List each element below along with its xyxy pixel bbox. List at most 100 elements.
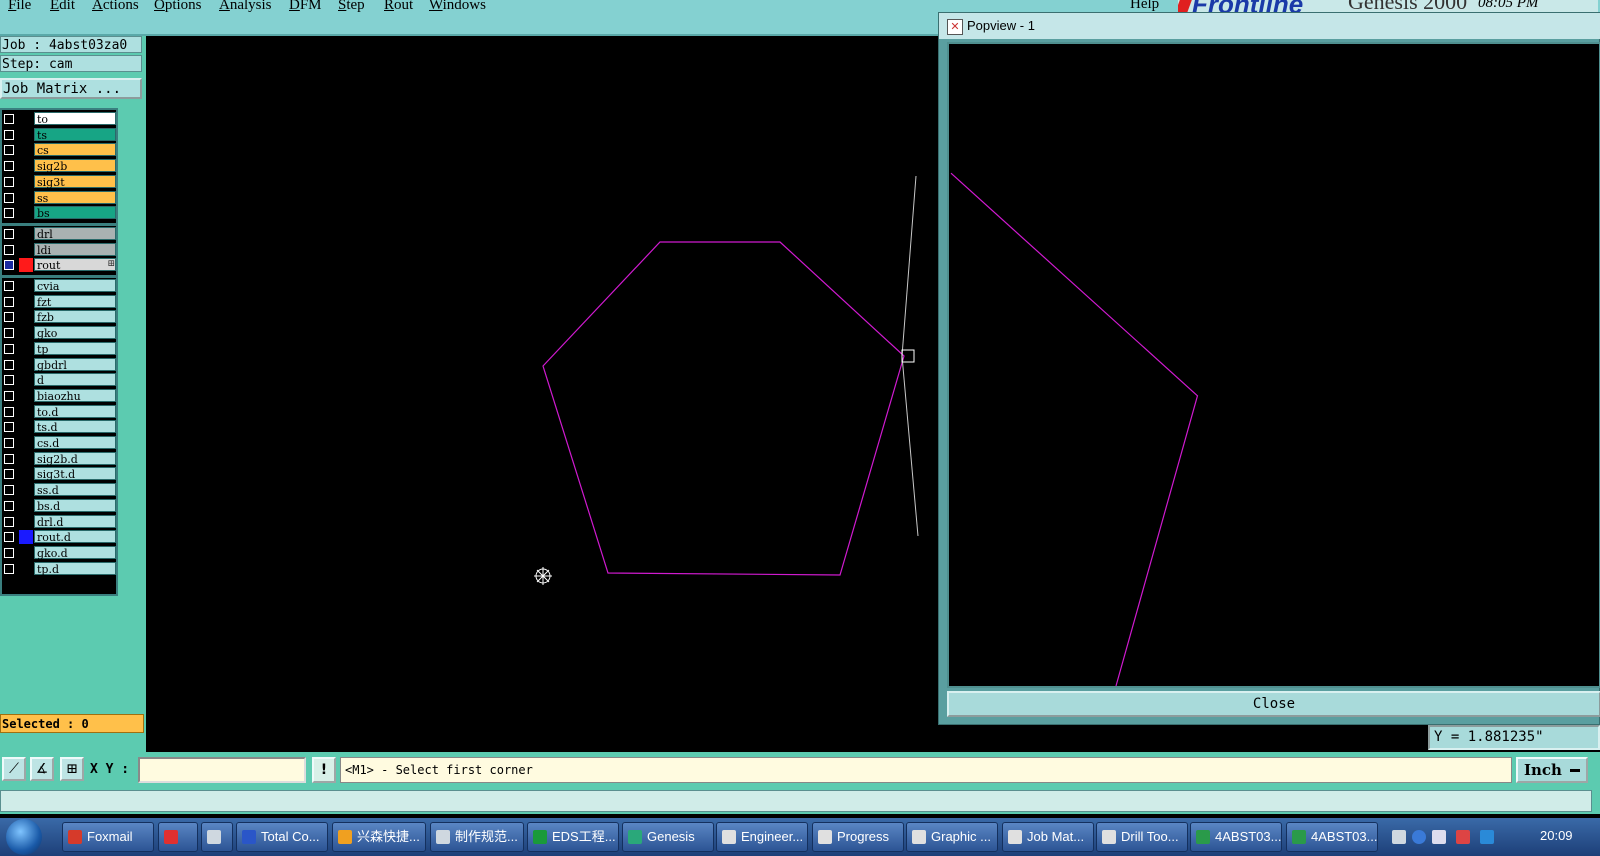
layer-row-ts[interactable]: ts <box>2 127 118 142</box>
layer-row-tp-d[interactable]: tp.d <box>2 561 118 576</box>
layer-name[interactable]: drl.d <box>34 514 116 529</box>
layer-checkbox[interactable] <box>4 453 14 464</box>
measure-tool-icon[interactable]: ∡ <box>30 757 54 781</box>
layer-checkbox[interactable] <box>4 438 14 448</box>
tray-expand-icon[interactable] <box>1432 830 1446 844</box>
layer-checkbox[interactable] <box>4 312 14 323</box>
taskbar-button[interactable]: Engineer... <box>716 822 808 852</box>
popview-canvas[interactable] <box>947 42 1600 688</box>
layer-checkbox[interactable] <box>4 228 14 239</box>
menu-options[interactable]: Options <box>154 0 202 14</box>
menu-dfm[interactable]: DFM <box>289 0 322 14</box>
start-button-icon[interactable] <box>6 819 42 855</box>
layer-row-gko[interactable]: gko <box>2 326 118 340</box>
layer-checkbox[interactable] <box>4 485 14 496</box>
layer-row-bs-d[interactable]: bs.d <box>2 498 118 513</box>
layer-name[interactable]: cs <box>34 143 116 157</box>
layer-row-sig2b[interactable]: sig2b <box>2 159 118 173</box>
menu-edit[interactable]: Edit <box>50 0 75 14</box>
menu-analysis[interactable]: Analysis <box>219 0 272 14</box>
layer-name[interactable]: sig3t <box>34 174 116 189</box>
layer-row-sig3t-d[interactable]: sig3t.d <box>2 467 118 481</box>
layer-name[interactable]: to.d <box>34 404 116 419</box>
layer-checkbox[interactable] <box>4 260 14 271</box>
grid-tool-icon[interactable]: ⊞ <box>60 757 84 781</box>
layer-name[interactable]: ldi <box>34 242 116 257</box>
layer-row-biaozhu[interactable]: biaozhu <box>2 388 118 403</box>
layer-checkbox[interactable] <box>4 343 14 354</box>
layer-row-fzt[interactable]: fzt <box>2 294 118 309</box>
taskbar-button[interactable]: EDS工程... <box>527 822 619 852</box>
layer-row-d[interactable]: d <box>2 373 118 387</box>
layer-name[interactable]: biaozhu <box>34 388 116 403</box>
xy-input[interactable] <box>138 757 306 783</box>
layer-checkbox[interactable] <box>4 176 14 187</box>
taskbar-button[interactable]: Job Mat... <box>1002 822 1094 852</box>
taskbar-button[interactable]: Genesis <box>622 822 714 852</box>
taskbar-button[interactable]: 兴森快捷... <box>332 822 426 852</box>
clock[interactable]: 20:09 <box>1540 828 1573 843</box>
layer-row-fzb[interactable]: fzb <box>2 310 118 324</box>
layer-row-rout-d[interactable]: rout.d <box>2 530 118 545</box>
layer-name[interactable]: tp.d <box>34 561 116 576</box>
layer-row-ss-d[interactable]: ss.d <box>2 483 118 497</box>
layer-row-sig2b-d[interactable]: sig2b.d <box>2 451 118 466</box>
help-icon[interactable] <box>1412 830 1426 844</box>
taskbar-button[interactable]: 4ABST03... <box>1190 822 1282 852</box>
close-button[interactable]: Close <box>947 691 1600 717</box>
layer-name[interactable]: tp <box>34 341 116 356</box>
layer-row-cvia[interactable]: cvia <box>2 279 118 293</box>
layer-name[interactable]: d <box>34 373 116 387</box>
taskbar-button[interactable]: 制作规范... <box>430 822 524 852</box>
update-icon[interactable] <box>1456 830 1470 844</box>
layer-checkbox[interactable] <box>4 161 14 172</box>
layer-checkbox[interactable] <box>4 129 14 140</box>
layer-checkbox[interactable] <box>4 375 14 386</box>
layer-name[interactable]: cs.d <box>34 436 116 450</box>
taskbar-button[interactable] <box>201 822 233 852</box>
layer-checkbox[interactable] <box>4 390 14 401</box>
layer-row-cs-d[interactable]: cs.d <box>2 436 118 450</box>
layer-name[interactable]: fzb <box>34 310 116 324</box>
layer-checkbox[interactable] <box>4 114 14 124</box>
taskbar-button[interactable]: Drill Too... <box>1096 822 1188 852</box>
layer-checkbox[interactable] <box>4 516 14 527</box>
taskbar-button[interactable]: Progress <box>812 822 904 852</box>
layer-checkbox[interactable] <box>4 296 14 307</box>
layer-row-gko-d[interactable]: gko.d <box>2 545 118 560</box>
menu-windows[interactable]: Windows <box>429 0 486 14</box>
snap-tool-icon[interactable]: ⟋ <box>2 757 26 781</box>
layer-row-rout[interactable]: rout ⊞ <box>2 258 118 273</box>
menu-actions[interactable]: Actions <box>92 0 139 14</box>
layer-name[interactable]: sig2b <box>34 159 116 173</box>
layer-name[interactable]: to <box>34 112 116 126</box>
layer-name[interactable]: rout.d <box>34 530 116 544</box>
layer-name[interactable]: bs.d <box>34 498 116 513</box>
layer-name[interactable]: drl <box>34 226 116 241</box>
layer-checkbox[interactable] <box>4 281 14 291</box>
layer-name[interactable]: ts.d <box>34 420 116 434</box>
taskbar-button[interactable]: Total Co... <box>236 822 328 852</box>
layer-name[interactable]: sig2b.d <box>34 451 116 466</box>
graphic-canvas[interactable] <box>146 36 936 752</box>
layer-name[interactable]: ss.d <box>34 483 116 497</box>
popview-titlebar[interactable]: ✕ Popview - 1 <box>939 13 1600 39</box>
layer-checkbox[interactable] <box>4 192 14 203</box>
layer-row-sig3t[interactable]: sig3t <box>2 174 118 189</box>
taskbar-button[interactable]: Graphic ... <box>906 822 998 852</box>
layer-options-icon[interactable]: ⊞ <box>107 259 115 269</box>
menu-file[interactable]: File <box>8 0 31 14</box>
taskbar-button[interactable]: Foxmail <box>62 822 154 852</box>
taskbar-button[interactable] <box>158 822 198 852</box>
layer-checkbox[interactable] <box>4 563 14 574</box>
layer-checkbox[interactable] <box>4 145 14 156</box>
layer-row-tp[interactable]: tp <box>2 341 118 356</box>
layer-name[interactable]: gbdrl <box>34 357 116 372</box>
keyboard-icon[interactable] <box>1392 830 1406 844</box>
layer-name[interactable]: gko <box>34 326 116 340</box>
layer-name[interactable]: sig3t.d <box>34 467 116 481</box>
layer-checkbox[interactable] <box>4 500 14 511</box>
layer-name[interactable]: gko.d <box>34 545 116 560</box>
layer-row-drl[interactable]: drl <box>2 226 118 241</box>
job-matrix-button[interactable]: Job Matrix ... <box>0 78 142 99</box>
